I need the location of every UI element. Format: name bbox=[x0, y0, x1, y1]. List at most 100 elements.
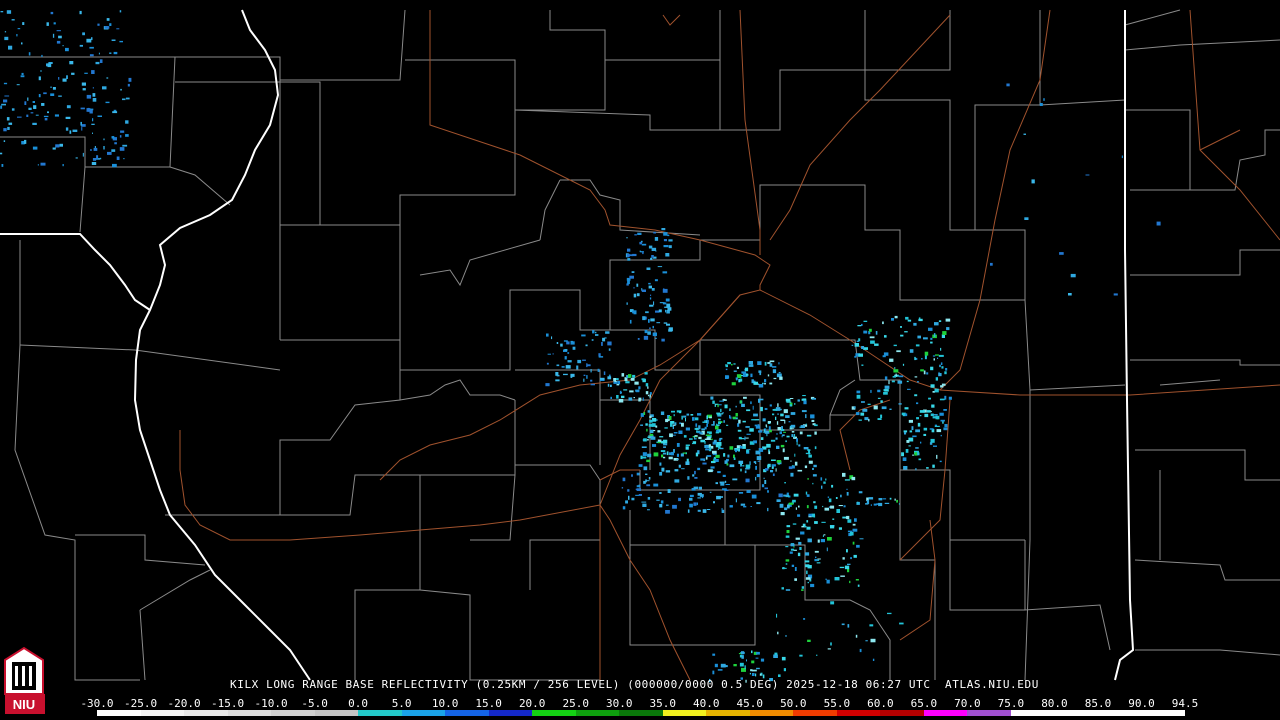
echo-pixel bbox=[0, 152, 3, 155]
echo-pixel bbox=[626, 253, 630, 258]
echo-pixel bbox=[43, 115, 49, 118]
echo-pixel bbox=[933, 358, 935, 361]
echo-pixel bbox=[712, 670, 715, 675]
echo-pixel bbox=[751, 673, 755, 676]
echo-pixel bbox=[644, 372, 648, 375]
echo-pixel bbox=[753, 440, 757, 444]
echo-pixel bbox=[607, 341, 612, 346]
echo-pixel bbox=[792, 523, 797, 525]
echo-pixel bbox=[796, 438, 798, 442]
echo-pixel bbox=[69, 61, 74, 65]
echo-pixel bbox=[689, 503, 693, 508]
echo-pixel bbox=[53, 22, 56, 25]
echo-pixel bbox=[816, 654, 818, 656]
echo-pixel bbox=[906, 440, 910, 443]
scale-swatch bbox=[1010, 710, 1055, 716]
echo-pixel bbox=[917, 381, 919, 383]
echo-pixel bbox=[665, 510, 670, 514]
echo-pixel bbox=[769, 429, 772, 433]
echo-pixel bbox=[656, 419, 658, 421]
echo-pixel bbox=[806, 570, 808, 575]
echo-pixel bbox=[783, 431, 786, 433]
echo-pixel bbox=[754, 462, 757, 465]
echo-pixel bbox=[811, 419, 815, 422]
echo-pixel bbox=[4, 31, 7, 33]
echo-pixel bbox=[884, 502, 890, 504]
echo-pixel bbox=[644, 329, 648, 334]
echo-pixel bbox=[705, 434, 711, 437]
echo-pixel bbox=[836, 509, 840, 513]
echo-pixel bbox=[642, 316, 646, 321]
echo-pixel bbox=[940, 419, 945, 422]
echo-pixel bbox=[937, 357, 939, 359]
echo-pixel bbox=[943, 409, 947, 411]
echo-pixel bbox=[680, 453, 684, 457]
echo-pixel bbox=[555, 379, 560, 382]
echo-pixel bbox=[697, 509, 701, 512]
scale-label: -25.0 bbox=[123, 697, 158, 710]
echo-pixel bbox=[714, 403, 716, 407]
echo-pixel bbox=[659, 436, 664, 438]
echo-pixel bbox=[695, 423, 698, 427]
echo-pixel bbox=[40, 162, 46, 166]
scale-swatch bbox=[880, 710, 924, 716]
echo-pixel bbox=[794, 578, 797, 581]
echo-pixel bbox=[901, 452, 904, 457]
echo-pixel bbox=[662, 271, 668, 274]
echo-pixel bbox=[750, 373, 753, 378]
echo-pixel bbox=[930, 413, 934, 417]
echo-pixel bbox=[106, 77, 109, 79]
echo-pixel bbox=[814, 550, 819, 553]
echo-pixel bbox=[894, 367, 896, 369]
echo-pixel bbox=[581, 334, 586, 337]
echo-pixel bbox=[727, 362, 731, 365]
echo-pixel bbox=[3, 99, 8, 103]
echo-pixel bbox=[50, 86, 52, 88]
echo-pixel bbox=[0, 105, 3, 109]
echo-pixel bbox=[647, 331, 651, 335]
echo-pixel bbox=[782, 448, 785, 453]
echo-pixel bbox=[934, 388, 939, 393]
echo-pixel bbox=[776, 421, 779, 425]
echo-pixel bbox=[893, 369, 899, 373]
echo-pixel bbox=[92, 118, 94, 122]
echo-pixel bbox=[768, 426, 771, 430]
echo-pixel bbox=[678, 430, 683, 434]
echo-pixel bbox=[689, 494, 694, 497]
echo-pixel bbox=[685, 417, 686, 422]
echo-pixel bbox=[82, 32, 85, 36]
echo-pixel bbox=[670, 423, 673, 427]
echo-pixel bbox=[921, 358, 923, 360]
echo-pixel bbox=[641, 456, 647, 459]
echo-pixel bbox=[791, 564, 795, 567]
echo-pixel bbox=[870, 389, 872, 393]
echo-pixel bbox=[636, 488, 641, 491]
echo-pixel bbox=[637, 338, 640, 340]
echo-pixel bbox=[24, 101, 27, 105]
echo-pixel bbox=[798, 505, 800, 508]
echo-pixel bbox=[944, 424, 948, 428]
echo-pixel bbox=[634, 234, 637, 236]
echo-pixel bbox=[894, 315, 898, 319]
echo-pixel bbox=[655, 337, 657, 339]
scale-label: -20.0 bbox=[167, 697, 201, 710]
echo-pixel bbox=[916, 402, 919, 405]
echo-pixel bbox=[785, 559, 790, 562]
scale-label: 45.0 bbox=[736, 697, 764, 710]
echo-pixel bbox=[714, 663, 718, 668]
echo-pixel bbox=[1085, 174, 1090, 176]
echo-pixel bbox=[28, 52, 31, 56]
echo-pixel bbox=[744, 436, 746, 441]
echo-pixel bbox=[914, 394, 918, 397]
echo-pixel bbox=[915, 447, 919, 449]
scale-swatch bbox=[575, 710, 620, 716]
echo-pixel bbox=[790, 472, 794, 477]
echo-pixel bbox=[699, 432, 703, 434]
echo-pixel bbox=[862, 408, 868, 412]
echo-pixel bbox=[911, 426, 914, 430]
echo-pixel bbox=[665, 470, 671, 473]
echo-pixel bbox=[907, 319, 912, 322]
echo-pixel bbox=[785, 546, 789, 548]
echo-pixel bbox=[665, 309, 666, 313]
echo-pixel bbox=[91, 162, 97, 165]
